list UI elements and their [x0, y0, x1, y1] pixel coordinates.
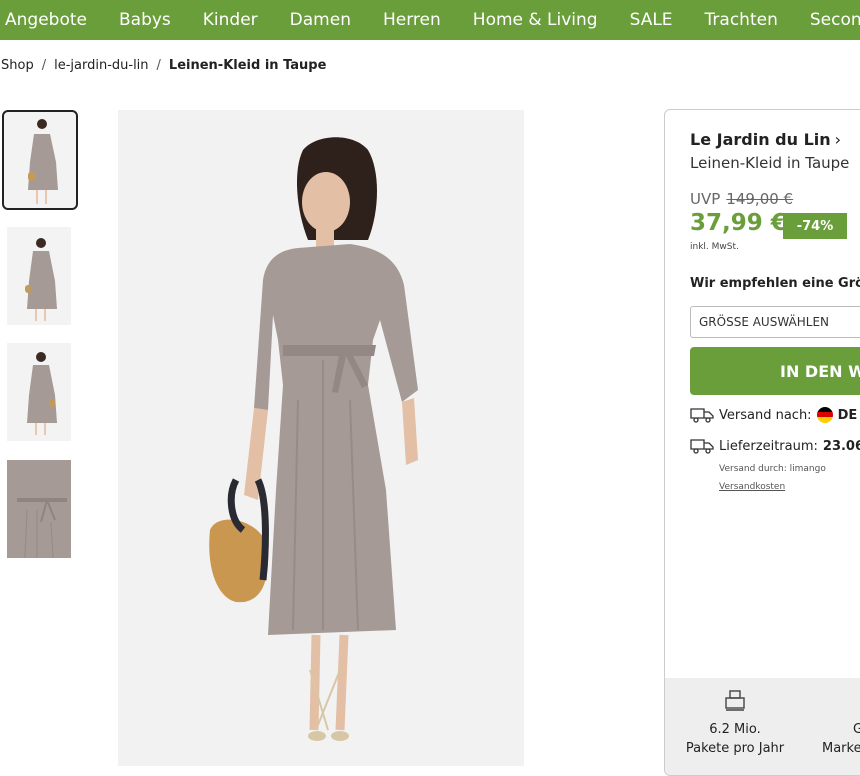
- nav-item-trachten[interactable]: Trachten: [705, 10, 778, 30]
- nav-item-angebote[interactable]: Angebote: [5, 10, 87, 30]
- thumbnail-2[interactable]: [7, 227, 71, 325]
- nav-item-kinder[interactable]: Kinder: [203, 10, 258, 30]
- delivery-label: Lieferzeitraum:: [719, 438, 818, 454]
- brand-name: Le Jardin du Lin: [690, 130, 831, 149]
- nav-item-second[interactable]: Second: [810, 10, 860, 30]
- thumbnail-image: [28, 119, 58, 204]
- truck-icon: [690, 439, 714, 454]
- truck-icon: [690, 408, 714, 423]
- breadcrumb-brand[interactable]: le-jardin-du-lin: [54, 58, 148, 73]
- breadcrumb-current: Leinen-Kleid in Taupe: [168, 58, 327, 73]
- thumbnail-image: [7, 460, 71, 558]
- breadcrumb-separator: /: [156, 58, 161, 73]
- second-stat-value: G: [815, 720, 860, 739]
- second-stat: G Marke: [815, 720, 860, 758]
- breadcrumb: Shop / le-jardin-du-lin / Leinen-Kleid i…: [1, 58, 326, 73]
- nav-item-sale[interactable]: SALE: [630, 10, 673, 30]
- add-to-cart-button[interactable]: IN DEN W: [690, 347, 860, 395]
- uvp-value: 149,00 €: [726, 190, 794, 208]
- nav-item-home-living[interactable]: Home & Living: [473, 10, 598, 30]
- shipping-costs-link[interactable]: Versandkosten: [719, 482, 785, 492]
- shipping-row: Versand nach: DE /: [690, 407, 860, 423]
- nav-item-damen[interactable]: Damen: [290, 10, 351, 30]
- product-photo: [118, 110, 524, 766]
- breadcrumb-separator: /: [41, 58, 47, 73]
- uvp-price: UVP 149,00 €: [690, 190, 793, 208]
- shipping-label: Versand nach:: [719, 407, 812, 423]
- thumbnail-1[interactable]: [2, 110, 78, 210]
- trust-bar: 6.2 Mio. Pakete pro Jahr G Marke: [665, 678, 860, 775]
- size-recommendation: Wir empfehlen eine Größe: [690, 276, 860, 291]
- thumbnail-image: [25, 238, 57, 321]
- thumbnail-3[interactable]: [7, 343, 71, 441]
- delivery-value: 23.06.: [822, 438, 860, 454]
- nav-item-herren[interactable]: Herren: [383, 10, 441, 30]
- uvp-label: UVP: [690, 190, 721, 208]
- packages-label: Pakete pro Jahr: [685, 741, 785, 756]
- nav-item-babys[interactable]: Babys: [119, 10, 171, 30]
- product-title: Leinen-Kleid in Taupe: [690, 154, 850, 172]
- tax-note: inkl. MwSt.: [690, 242, 739, 252]
- thumbnail-4[interactable]: [7, 460, 71, 558]
- current-price: 37,99 €: [690, 210, 787, 236]
- germany-flag-icon: [816, 407, 833, 423]
- breadcrumb-shop[interactable]: Shop: [1, 58, 34, 73]
- chevron-right-icon: ›: [834, 130, 842, 149]
- delivery-row: Lieferzeitraum: 23.06.: [690, 438, 860, 454]
- product-buy-box: Le Jardin du Lin › Leinen-Kleid in Taupe …: [664, 109, 860, 776]
- packages-stat: 6.2 Mio. Pakete pro Jahr: [665, 720, 805, 758]
- brand-link[interactable]: Le Jardin du Lin ›: [690, 130, 841, 149]
- top-navigation: Angebote Babys Kinder Damen Herren Home …: [0, 0, 860, 40]
- shipped-by: Versand durch: limango: [719, 464, 826, 474]
- second-stat-label: Marke: [822, 741, 860, 756]
- shipping-country[interactable]: DE /: [838, 408, 860, 423]
- discount-badge: -74%: [783, 213, 847, 239]
- packages-value: 6.2 Mio.: [709, 722, 761, 737]
- thumbnail-image: [27, 352, 57, 435]
- package-icon: [725, 690, 745, 711]
- size-select[interactable]: GRÖSSE AUSWÄHLEN: [690, 306, 860, 338]
- main-product-image[interactable]: [118, 110, 524, 766]
